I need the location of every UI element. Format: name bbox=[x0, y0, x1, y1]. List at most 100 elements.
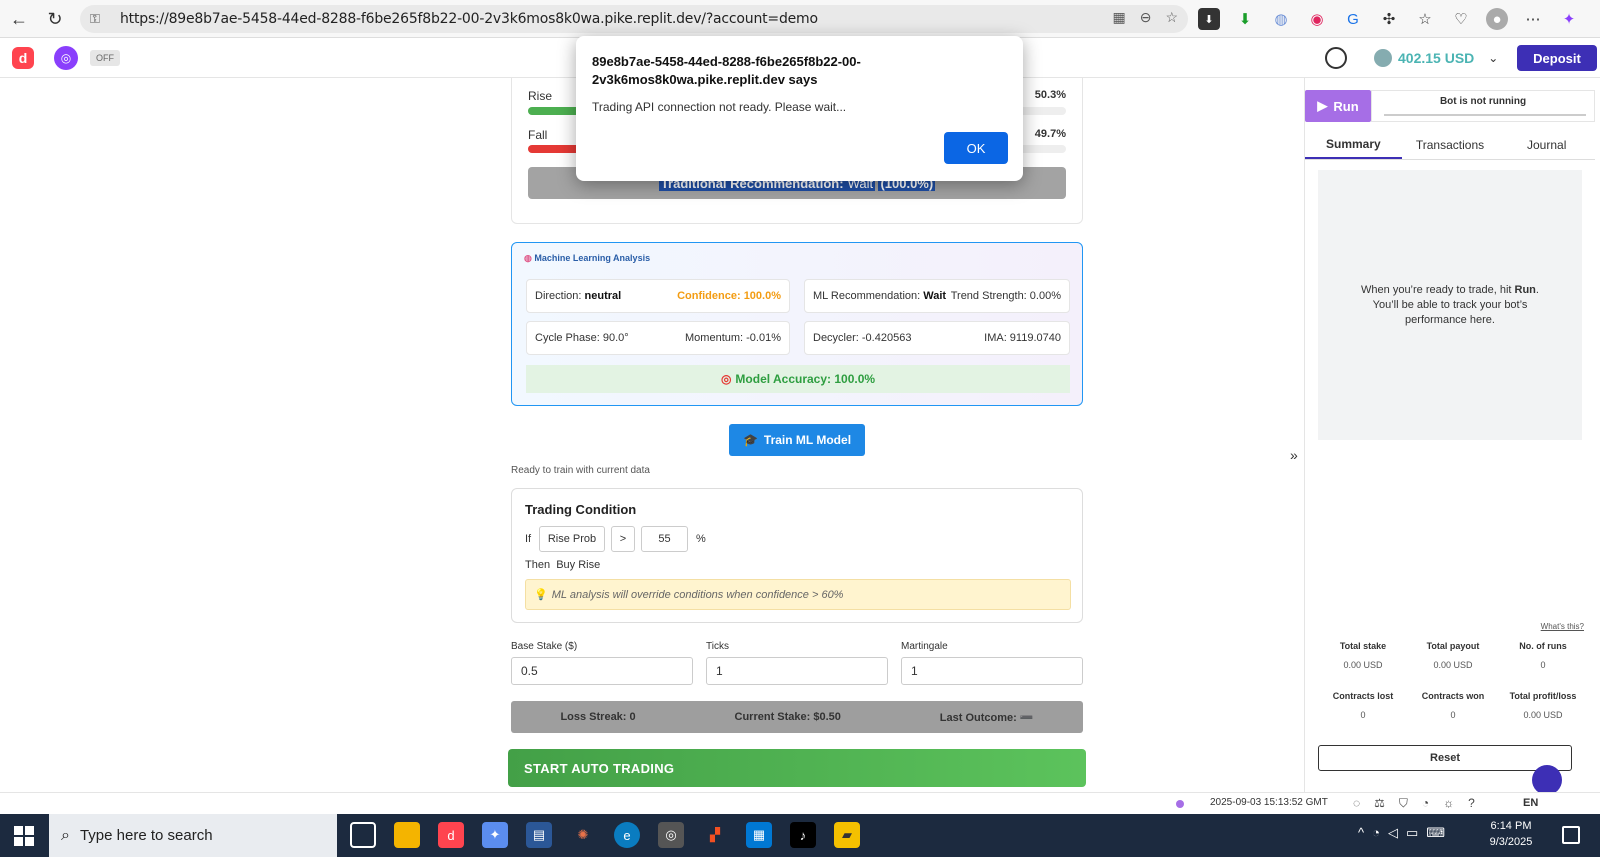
ml-trend-strength: Trend Strength: 0.00% bbox=[950, 290, 1061, 302]
responsible-trading-icon[interactable]: ⛉ bbox=[1399, 796, 1408, 811]
whats-this-link[interactable]: What's this? bbox=[1541, 622, 1584, 631]
toggle-off-badge[interactable]: OFF bbox=[90, 50, 120, 66]
help-icon[interactable]: ? bbox=[1468, 796, 1475, 811]
more-menu-icon[interactable]: ⋯ bbox=[1522, 8, 1544, 30]
regulatory-icon[interactable]: ⚖ bbox=[1374, 796, 1385, 811]
chevron-down-icon[interactable]: ⌄ bbox=[1488, 51, 1498, 65]
condition-threshold-input[interactable]: 55 bbox=[641, 526, 688, 552]
train-ml-model-button[interactable]: 🎓 Train ML Model bbox=[729, 424, 865, 456]
download-extension-icon[interactable]: ⬇ bbox=[1198, 8, 1220, 30]
battery-icon[interactable]: ▭ bbox=[1406, 825, 1418, 841]
stat-value: 0 bbox=[1450, 710, 1456, 720]
summary-area: When you’re ready to trade, hit Run. You… bbox=[1318, 170, 1582, 440]
live-chat-icon[interactable] bbox=[1532, 765, 1562, 795]
network-icon[interactable]: ◔ bbox=[1372, 825, 1380, 841]
back-icon[interactable]: ← bbox=[6, 6, 32, 32]
current-stake: Current Stake: $0.50 bbox=[734, 711, 841, 723]
ml-decycler: Decycler: -0.420563 bbox=[813, 332, 912, 344]
url-text: https://89e8b7ae-5458-44ed-8288-f6be265f… bbox=[120, 11, 818, 27]
volume-icon[interactable]: ◁ bbox=[1388, 825, 1398, 841]
sticky-notes-icon[interactable]: ▰ bbox=[834, 822, 860, 848]
opera-extension-icon[interactable]: ◉ bbox=[1306, 8, 1328, 30]
base-stake-label: Base Stake ($) bbox=[511, 641, 578, 652]
theme-toggle-icon[interactable]: ☼ bbox=[1443, 796, 1454, 811]
ml-confidence: Confidence: 100.0% bbox=[677, 290, 781, 302]
browser-essentials-icon[interactable]: ♡ bbox=[1450, 8, 1472, 30]
favorites-icon[interactable]: ☆ bbox=[1414, 8, 1436, 30]
condition-then: Then Buy Rise bbox=[525, 559, 600, 571]
stat-label: Contracts won bbox=[1421, 691, 1485, 701]
language-selector[interactable]: EN bbox=[1523, 797, 1538, 809]
condition-field-select[interactable]: Rise Prob bbox=[539, 526, 605, 552]
collapse-panel-icon[interactable]: » bbox=[1290, 447, 1298, 463]
martingale-input[interactable]: 1 bbox=[901, 657, 1083, 685]
ticks-input[interactable]: 1 bbox=[706, 657, 888, 685]
green-arrow-extension-icon[interactable]: ⬇ bbox=[1234, 8, 1256, 30]
task-view-icon[interactable] bbox=[350, 822, 376, 848]
ticks-label: Ticks bbox=[706, 641, 729, 652]
dialog-ok-button[interactable]: OK bbox=[944, 132, 1008, 164]
ml-recommendation-card: ML Recommendation: Wait Trend Strength: … bbox=[804, 279, 1070, 313]
stat-value: 0.00 USD bbox=[1433, 660, 1473, 670]
ml-ima: IMA: 9119.0740 bbox=[984, 332, 1061, 344]
copilot-app-icon[interactable]: ✦ bbox=[482, 822, 508, 848]
site-info-icon[interactable]: ⚿ bbox=[90, 11, 108, 27]
account-balance[interactable]: 402.15 USD ⌄ bbox=[1374, 49, 1498, 67]
deposit-button[interactable]: Deposit bbox=[1517, 45, 1597, 71]
account-icon[interactable] bbox=[1325, 47, 1347, 69]
news-app-icon[interactable]: ▤ bbox=[526, 822, 552, 848]
edge-browser-icon[interactable]: e bbox=[614, 822, 640, 848]
address-bar[interactable]: ⚿ https://89e8b7ae-5458-44ed-8288-f6be26… bbox=[80, 5, 1188, 33]
tab-journal[interactable]: Journal bbox=[1498, 130, 1595, 159]
tiktok-app-icon[interactable]: ♪ bbox=[790, 822, 816, 848]
app-available-icon[interactable]: ▦ bbox=[1112, 9, 1125, 26]
whatsapp-icon[interactable]: ◌ bbox=[1353, 796, 1360, 811]
last-outcome: Last Outcome: ➖ bbox=[939, 711, 1034, 724]
claude-app-icon[interactable]: ✺ bbox=[570, 822, 596, 848]
profile-avatar-icon[interactable]: ● bbox=[1486, 8, 1508, 30]
play-icon: ▶ bbox=[1317, 98, 1328, 113]
file-explorer-icon[interactable] bbox=[394, 822, 420, 848]
camera-app-icon[interactable]: ◎ bbox=[658, 822, 684, 848]
ml-recommendation: ML Recommendation: Wait bbox=[813, 290, 946, 302]
stat-label: Contracts lost bbox=[1332, 691, 1394, 701]
summary-text-run: Run bbox=[1514, 283, 1536, 296]
extensions-puzzle-icon[interactable]: ✣ bbox=[1378, 8, 1400, 30]
bot-status: Bot is not running bbox=[1371, 90, 1595, 122]
speed-icon[interactable]: ◔ bbox=[1422, 796, 1429, 811]
run-button[interactable]: ▶ Run bbox=[1305, 90, 1371, 122]
condition-unit: % bbox=[696, 533, 706, 545]
app-logo-icon[interactable]: ◎ bbox=[54, 46, 78, 70]
translate-extension-icon[interactable]: G bbox=[1342, 8, 1364, 30]
start-auto-trading-button[interactable]: START AUTO TRADING bbox=[508, 749, 1086, 787]
reset-button[interactable]: Reset bbox=[1318, 745, 1572, 771]
stat-total-profit-loss: Total profit/loss 0.00 USD bbox=[1498, 691, 1588, 720]
reload-icon[interactable]: ↻ bbox=[42, 6, 68, 32]
office-app-icon[interactable]: ▞ bbox=[702, 822, 728, 848]
show-hidden-icons-icon[interactable]: ^ bbox=[1358, 825, 1364, 841]
extension-icon[interactable]: ◍ bbox=[1270, 8, 1292, 30]
condition-operator-select[interactable]: > bbox=[611, 526, 635, 552]
rise-percentage: 50.3% bbox=[1034, 89, 1066, 101]
tab-transactions[interactable]: Transactions bbox=[1402, 130, 1499, 159]
trading-condition-title: Trading Condition bbox=[525, 502, 637, 517]
clock-time: 6:14 PM bbox=[1490, 820, 1532, 832]
summary-text-part1: When you’re ready to trade, hit bbox=[1361, 283, 1515, 296]
copilot-icon[interactable]: ✦ bbox=[1558, 8, 1580, 30]
bot-status-text: Bot is not running bbox=[1439, 96, 1527, 107]
favorite-star-icon[interactable]: ☆ bbox=[1165, 9, 1178, 26]
keyboard-icon[interactable]: ⌨ bbox=[1426, 825, 1445, 841]
deriv-logo-icon[interactable]: d bbox=[12, 47, 34, 69]
deriv-app-icon[interactable]: d bbox=[438, 822, 464, 848]
taskbar-clock[interactable]: 6:14 PM 9/3/2025 bbox=[1482, 818, 1540, 850]
notification-icon[interactable] bbox=[1562, 826, 1580, 844]
brain-icon: ◍ bbox=[524, 253, 532, 263]
tab-summary[interactable]: Summary bbox=[1305, 130, 1402, 159]
windows-start-icon[interactable] bbox=[14, 826, 34, 846]
zoom-icon[interactable]: ⊖ bbox=[1140, 9, 1152, 26]
server-time: 2025-09-03 15:13:52 GMT bbox=[1210, 797, 1328, 808]
base-stake-input[interactable]: 0.5 bbox=[511, 657, 693, 685]
store-app-icon[interactable]: ▦ bbox=[746, 822, 772, 848]
taskbar-search[interactable]: ⌕ Type here to search bbox=[49, 814, 337, 857]
model-accuracy: ◎ Model Accuracy: 100.0% bbox=[526, 365, 1070, 393]
